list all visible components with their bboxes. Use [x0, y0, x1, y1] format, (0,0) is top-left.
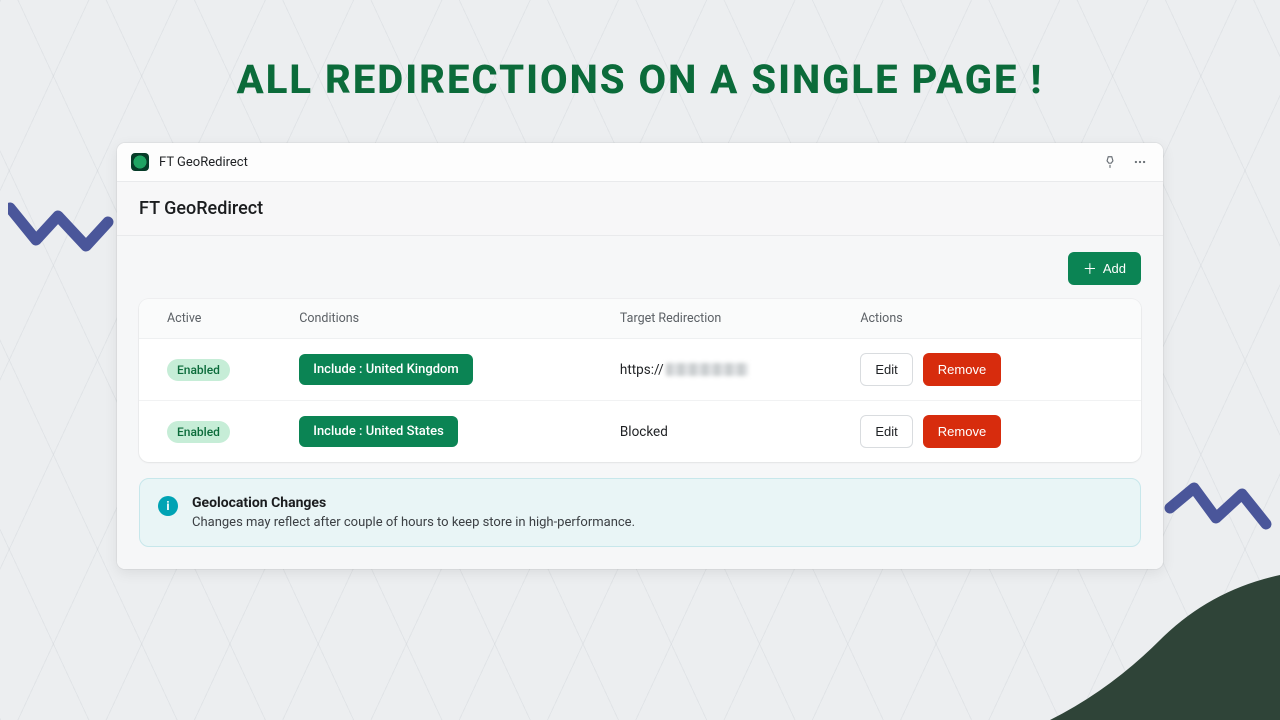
condition-badge: Include : United Kingdom — [299, 354, 473, 385]
target-value: Blocked — [620, 424, 668, 440]
column-header-active: Active — [139, 299, 279, 339]
target-url-prefix: https:// — [620, 362, 664, 378]
plus-icon: ＋ — [1083, 262, 1097, 276]
condition-badge: Include : United States — [299, 416, 458, 447]
status-badge: Enabled — [167, 421, 230, 443]
decorative-blob — [1050, 570, 1280, 720]
app-logo — [131, 153, 149, 171]
remove-button[interactable]: Remove — [923, 353, 1001, 386]
table-row: Enabled Include : United Kingdom https:/… — [139, 339, 1141, 401]
more-icon[interactable] — [1131, 153, 1149, 171]
info-banner-title: Geolocation Changes — [192, 495, 635, 511]
toolbar: ＋ Add — [139, 252, 1141, 285]
info-icon: i — [158, 496, 178, 516]
edit-button[interactable]: Edit — [860, 415, 912, 448]
edit-button[interactable]: Edit — [860, 353, 912, 386]
add-button-label: Add — [1103, 261, 1126, 276]
app-name: FT GeoRedirect — [159, 155, 248, 170]
page-title: FT GeoRedirect — [117, 182, 1163, 236]
target-url-obscured — [666, 363, 748, 376]
info-banner: i Geolocation Changes Changes may reflec… — [139, 478, 1141, 547]
marketing-headline: ALL REDIRECTIONS ON A SINGLE PAGE ! — [0, 0, 1280, 103]
decorative-squiggle-right — [1164, 478, 1274, 548]
add-button[interactable]: ＋ Add — [1068, 252, 1141, 285]
redirections-table-card: Active Conditions Target Redirection Act… — [139, 299, 1141, 462]
column-header-conditions: Conditions — [279, 299, 600, 339]
column-header-actions: Actions — [840, 299, 1141, 339]
table-row: Enabled Include : United States Blocked … — [139, 401, 1141, 463]
remove-button[interactable]: Remove — [923, 415, 1001, 448]
redirections-table: Active Conditions Target Redirection Act… — [139, 299, 1141, 462]
pin-icon[interactable] — [1101, 153, 1119, 171]
window-titlebar: FT GeoRedirect — [117, 143, 1163, 182]
app-window: FT GeoRedirect FT GeoRedirect ＋ Add Acti… — [117, 143, 1163, 569]
info-banner-body: Changes may reflect after couple of hour… — [192, 515, 635, 530]
column-header-target: Target Redirection — [600, 299, 840, 339]
status-badge: Enabled — [167, 359, 230, 381]
decorative-squiggle-left — [8, 188, 118, 258]
